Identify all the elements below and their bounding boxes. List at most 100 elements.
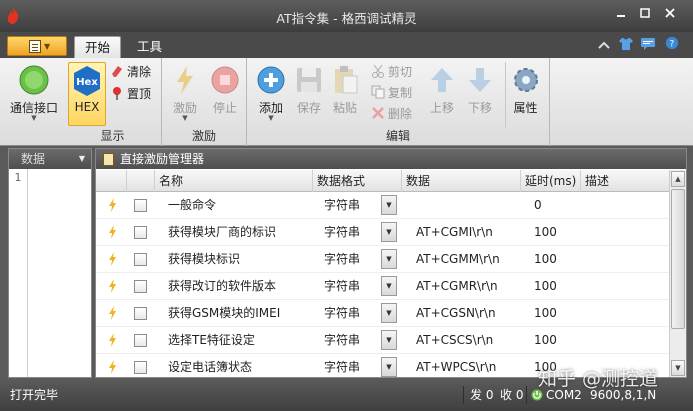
row-checkbox[interactable] [134,226,147,239]
format-dropdown-button[interactable]: ▼ [381,330,397,350]
column-header-name[interactable]: 名称 [155,170,313,192]
row-data[interactable]: AT+CGMI\r\n [416,219,493,246]
lightning-icon [109,306,116,320]
column-header-description[interactable]: 描述 [581,170,670,192]
row-format[interactable]: 字符串 [324,246,360,273]
application-menu-button[interactable]: ▼ [7,36,67,56]
minimize-button[interactable] [612,7,630,23]
row-delay[interactable]: 100 [534,300,557,327]
row-data[interactable]: AT+CGMM\r\n [416,246,500,273]
close-button[interactable] [661,7,679,23]
column-header-delay[interactable]: 延时(ms) [521,170,581,192]
maximize-button[interactable] [636,7,654,23]
maximize-icon [640,8,650,18]
row-checkbox[interactable] [134,361,147,374]
lightning-icon [109,360,116,374]
ribbon: 通信接口 ▼ Hex HEX 清除 置顶 显示 激励 ▼ 停止 激励 添加 ▼ … [0,58,693,146]
status-message: 打开完毕 [10,388,59,402]
table-row[interactable]: 获得改订的软件版本 字符串 ▼ AT+CGMR\r\n 100 [96,273,670,300]
row-data[interactable]: AT+CSCS\r\n [416,327,493,354]
panel-title: 直接激励管理器 [120,152,205,166]
row-checkbox[interactable] [134,199,147,212]
format-dropdown-button[interactable]: ▼ [381,249,397,269]
row-delay[interactable]: 100 [534,273,557,300]
chevron-down-icon: ▼ [268,114,274,122]
format-dropdown-button[interactable]: ▼ [381,276,397,296]
chevron-down-icon: ▼ [44,42,51,51]
clipboard-icon [103,153,114,166]
comm-interface-button[interactable]: 通信接口 ▼ [6,62,62,128]
vertical-scrollbar[interactable]: ▲ ▼ [669,170,686,377]
table-row[interactable]: 获得GSM模块的IMEI 字符串 ▼ AT+CGSN\r\n 100 [96,300,670,327]
row-name: 一般命令 [168,198,217,212]
row-format[interactable]: 字符串 [324,354,360,377]
row-delay[interactable]: 0 [534,192,542,219]
row-format[interactable]: 字符串 [324,192,360,219]
cut-button[interactable]: 剪切 [371,62,412,82]
add-button[interactable]: 添加 ▼ [251,62,291,128]
chat-icon[interactable] [640,37,656,51]
scroll-thumb[interactable] [671,189,685,329]
row-checkbox[interactable] [134,280,147,293]
row-format[interactable]: 字符串 [324,300,360,327]
save-button[interactable]: 保存 [291,62,327,128]
window-title: AT指令集 - 格西调试精灵 [276,11,417,26]
group-label-display: 显示 [100,129,125,143]
row-name: 获得改订的软件版本 [168,279,277,293]
row-data[interactable]: AT+CGSN\r\n [416,300,496,327]
column-header-data[interactable]: 数据 [402,170,521,192]
table-row[interactable]: 一般命令 字符串 ▼ 0 [96,192,670,219]
table-row[interactable]: 选择TE特征设定 字符串 ▼ AT+CSCS\r\n 100 [96,327,670,354]
copy-button[interactable]: 复制 [371,83,412,103]
table-row[interactable]: 获得模块厂商的标识 字符串 ▼ AT+CGMI\r\n 100 [96,219,670,246]
row-format[interactable]: 字符串 [324,273,360,300]
close-icon [665,8,675,18]
move-up-button[interactable]: 上移 [423,62,461,128]
format-dropdown-button[interactable]: ▼ [381,222,397,242]
chevron-down-icon[interactable]: ▼ [79,149,85,169]
svg-text:?: ? [670,40,675,50]
paste-button[interactable]: 粘贴 [327,62,363,128]
row-format[interactable]: 字符串 [324,219,360,246]
line-number: 1 [14,171,22,184]
power-icon [19,65,49,95]
tab-tools[interactable]: 工具 [127,36,172,59]
stop-button[interactable]: 停止 [206,62,244,128]
minimize-icon [617,15,625,17]
clear-button[interactable]: 清除 [110,62,151,82]
pin-top-button[interactable]: 置顶 [110,84,151,104]
ribbon-group-edit: 添加 ▼ 保存 粘贴 剪切 复制 删除 上移 下移 属性 编辑 [247,58,550,146]
format-dropdown-button[interactable]: ▼ [381,357,397,377]
row-delay[interactable]: 100 [534,246,557,273]
svg-text:Hex: Hex [76,77,98,88]
row-data[interactable]: AT+WPCS\r\n [416,354,496,377]
row-delay[interactable]: 100 [534,219,557,246]
arrow-down-icon [469,68,491,92]
delete-button[interactable]: 删除 [371,104,412,124]
format-dropdown-button[interactable]: ▼ [381,303,397,323]
tshirt-icon[interactable] [618,37,634,51]
stimulus-manager-header: 直接激励管理器 [96,149,686,169]
data-panel-header: 数据 ▼ [9,149,91,169]
row-format[interactable]: 字符串 [324,327,360,354]
row-checkbox[interactable] [134,334,147,347]
properties-button[interactable]: 属性 [505,62,545,128]
row-delay[interactable]: 100 [534,327,557,354]
tab-start[interactable]: 开始 [74,36,122,59]
hex-icon: Hex [74,66,100,96]
stimulate-button[interactable]: 激励 ▼ [166,62,204,128]
hex-toggle-button[interactable]: Hex HEX [68,62,106,126]
row-checkbox[interactable] [134,253,147,266]
row-data[interactable]: AT+CGMR\r\n [416,273,498,300]
collapse-ribbon-icon[interactable] [596,38,612,52]
column-header-format[interactable]: 数据格式 [313,170,402,192]
move-down-button[interactable]: 下移 [461,62,499,128]
scroll-down-arrow-icon[interactable]: ▼ [671,360,685,376]
gear-icon [514,68,538,92]
help-icon[interactable]: ? [664,36,680,50]
scroll-up-arrow-icon[interactable]: ▲ [671,171,685,187]
row-checkbox[interactable] [134,307,147,320]
stop-icon [211,66,239,94]
table-row[interactable]: 获得模块标识 字符串 ▼ AT+CGMM\r\n 100 [96,246,670,273]
format-dropdown-button[interactable]: ▼ [381,195,397,215]
